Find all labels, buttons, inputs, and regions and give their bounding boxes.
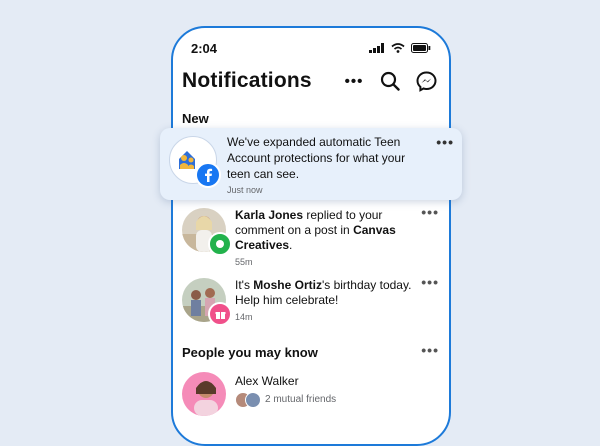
notification-end: . <box>289 238 293 252</box>
avatar <box>169 136 221 188</box>
notification-text: It's Moshe Ortiz's birthday today. Help … <box>235 278 420 308</box>
mutual-friends-count: 2 mutual friends <box>265 393 337 405</box>
featured-notification-time: Just now <box>227 185 263 195</box>
mutual-friends: 2 mutual friends <box>235 392 337 408</box>
avatar-wrap <box>182 278 232 326</box>
featured-notification-card[interactable]: We've expanded automatic Teen Account pr… <box>160 128 462 200</box>
featured-notification-text: We've expanded automatic Teen Account pr… <box>227 135 406 181</box>
section-new-label: New <box>182 111 209 126</box>
birthday-gift-icon <box>208 302 232 326</box>
header: Notifications ••• <box>182 66 437 96</box>
messenger-icon[interactable] <box>415 70 437 92</box>
status-icons <box>369 43 431 53</box>
section-people-label: People you may know <box>182 345 318 360</box>
notification-time: 14m <box>235 312 253 322</box>
person-suggestion[interactable]: Alex Walker 2 mutual friends <box>173 370 449 430</box>
status-time: 2:04 <box>191 40 218 56</box>
actor-name: Moshe Ortiz <box>253 278 322 292</box>
notification-item[interactable]: Karla Jones replied to your comment on a… <box>173 204 449 267</box>
phone-frame: 2:04 Notifications ••• New Karla Jones r… <box>171 26 451 446</box>
battery-icon <box>411 43 431 53</box>
page-title: Notifications <box>182 69 312 92</box>
more-options-icon[interactable]: ••• <box>421 342 439 358</box>
status-bar: 2:04 <box>191 40 431 56</box>
signal-icon <box>369 43 384 53</box>
header-actions: ••• <box>343 70 437 92</box>
more-options-icon[interactable]: ••• <box>343 70 365 92</box>
more-options-icon[interactable]: ••• <box>436 134 454 150</box>
person-name: Alex Walker <box>235 374 299 388</box>
avatar-wrap <box>182 208 232 256</box>
actor-name: Karla Jones <box>235 208 304 222</box>
search-icon[interactable] <box>379 70 401 92</box>
notification-prefix: It's <box>235 278 254 292</box>
more-options-icon[interactable]: ••• <box>421 274 439 290</box>
phone-screen: 2:04 Notifications ••• New Karla Jones r… <box>173 28 449 444</box>
facebook-logo-icon <box>195 162 221 188</box>
avatar <box>182 372 226 416</box>
wifi-icon <box>391 43 405 53</box>
notification-text: Karla Jones replied to your comment on a… <box>235 208 420 253</box>
comment-badge-icon <box>208 232 232 256</box>
more-options-icon[interactable]: ••• <box>421 204 439 220</box>
notification-item[interactable]: It's Moshe Ortiz's birthday today. Help … <box>173 274 449 332</box>
mutual-friends-avatars-icon <box>235 392 261 408</box>
notification-time: 55m <box>235 257 253 267</box>
avatar-wrap <box>182 372 226 416</box>
